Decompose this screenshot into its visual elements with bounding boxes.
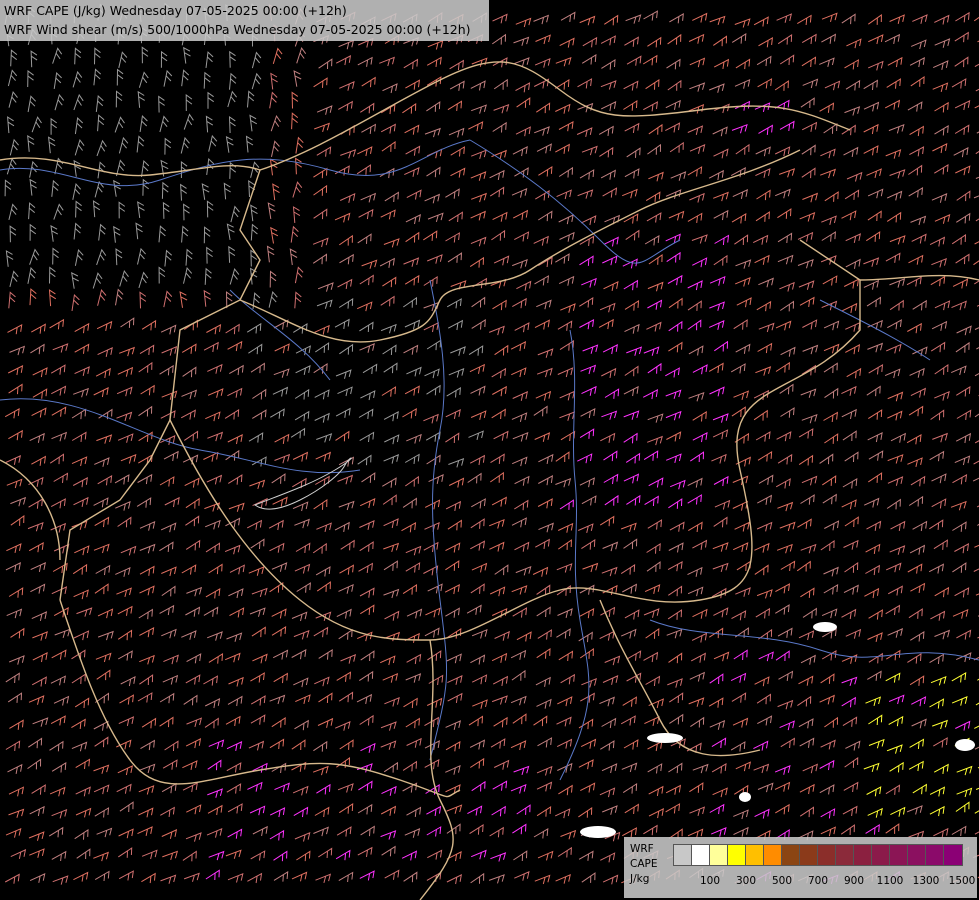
legend-swatch xyxy=(674,845,692,865)
legend-tick-label: 300 xyxy=(735,875,757,887)
legend-swatch xyxy=(764,845,782,865)
legend-swatch xyxy=(692,845,710,865)
legend-swatch xyxy=(926,845,944,865)
cape-legend: WRF CAPE J/kg 100 300 500 700 900 1100 1300 150… xyxy=(624,837,977,898)
legend-swatch xyxy=(746,845,764,865)
legend-tick-label: 100 xyxy=(699,875,721,887)
legend-tick-label: 1500 xyxy=(948,875,976,887)
legend-swatch xyxy=(836,845,854,865)
legend-swatch xyxy=(944,845,962,865)
legend-color-scale xyxy=(673,844,963,866)
legend-swatch xyxy=(908,845,926,865)
weather-map xyxy=(0,0,979,900)
legend-swatch xyxy=(854,845,872,865)
wind-shear-title: WRF Wind shear (m/s) 500/1000hPa Wednesd… xyxy=(4,22,471,37)
legend-swatch xyxy=(890,845,908,865)
legend-tick-label: 900 xyxy=(843,875,865,887)
legend-tick-label: 700 xyxy=(807,875,829,887)
legend-variable-label: CAPE xyxy=(630,858,658,870)
legend-swatch xyxy=(818,845,836,865)
legend-tick-label: 1300 xyxy=(912,875,940,887)
map-title-panel: WRF CAPE (J/kg) Wednesday 07-05-2025 00:… xyxy=(0,0,489,41)
legend-swatch xyxy=(728,845,746,865)
legend-tick-label: 500 xyxy=(771,875,793,887)
legend-tick-labels: 100 300 500 700 900 1100 1300 1500 xyxy=(673,875,976,889)
legend-unit-label: J/kg xyxy=(630,873,650,885)
cape-title: WRF CAPE (J/kg) Wednesday 07-05-2025 00:… xyxy=(4,3,347,18)
legend-swatch xyxy=(800,845,818,865)
legend-tick-label: 1100 xyxy=(876,875,904,887)
legend-model-label: WRF xyxy=(630,843,654,855)
legend-swatch xyxy=(782,845,800,865)
legend-swatch xyxy=(872,845,890,865)
legend-swatch xyxy=(710,845,728,865)
